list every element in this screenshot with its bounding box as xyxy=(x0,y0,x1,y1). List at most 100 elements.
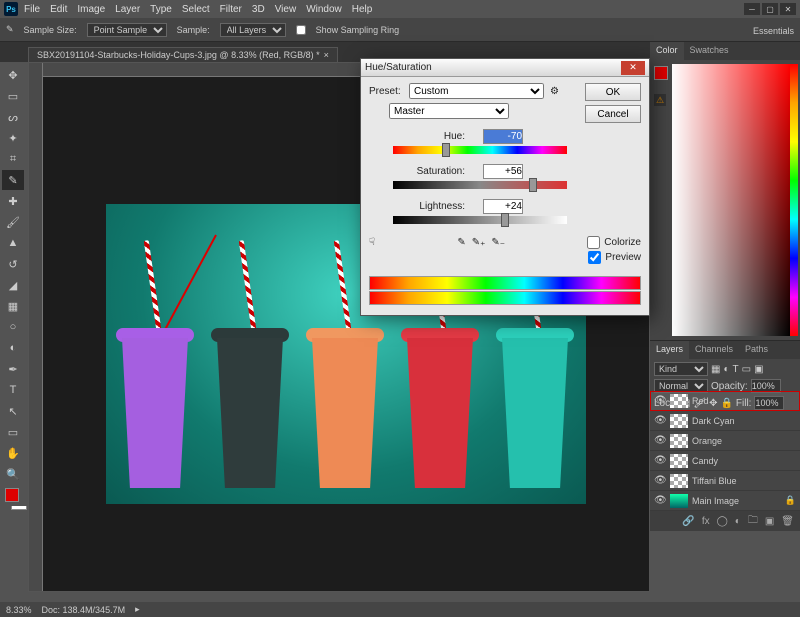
range-select[interactable]: Master xyxy=(389,103,509,119)
gamut-warning-icon[interactable]: ⚠ xyxy=(654,94,666,106)
filter-smart-icon[interactable]: ▣ xyxy=(754,364,763,375)
menu-3d[interactable]: 3D xyxy=(252,4,265,15)
layer-mask-icon[interactable]: ◯ xyxy=(717,516,728,527)
filter-adjust-icon[interactable]: ◐ xyxy=(723,364,729,375)
eyedropper-tool[interactable]: ✎ xyxy=(2,170,24,190)
menu-view[interactable]: View xyxy=(275,4,297,15)
cancel-button[interactable]: Cancel xyxy=(585,105,641,123)
foreground-color-swatch[interactable] xyxy=(654,66,668,80)
hue-input[interactable] xyxy=(483,129,523,144)
tab-paths[interactable]: Paths xyxy=(739,341,774,359)
targeted-adjust-icon[interactable]: ☟ xyxy=(369,237,375,248)
blend-mode-select[interactable]: Normal xyxy=(654,379,708,393)
dialog-title-bar[interactable]: Hue/Saturation ✕ xyxy=(361,59,649,77)
pen-tool[interactable]: ✒ xyxy=(2,359,24,379)
sample-size-select[interactable]: Point Sample xyxy=(87,23,167,37)
layer-thumbnail[interactable] xyxy=(670,454,688,468)
fill-input[interactable] xyxy=(754,396,784,410)
menu-select[interactable]: Select xyxy=(182,4,210,15)
menu-type[interactable]: Type xyxy=(150,4,172,15)
visibility-icon[interactable]: 👁 xyxy=(654,475,666,487)
tab-channels[interactable]: Channels xyxy=(689,341,739,359)
preset-gear-icon[interactable]: ⚙ xyxy=(550,86,559,97)
menu-help[interactable]: Help xyxy=(352,4,373,15)
wand-tool[interactable]: ✦ xyxy=(2,128,24,148)
layer-thumbnail[interactable] xyxy=(670,414,688,428)
close-tab-icon[interactable]: × xyxy=(324,50,329,60)
hand-tool[interactable]: ✋ xyxy=(2,443,24,463)
blur-tool[interactable]: ○ xyxy=(2,317,24,337)
saturation-slider[interactable] xyxy=(393,181,567,189)
eraser-tool[interactable]: ◢ xyxy=(2,275,24,295)
new-layer-icon[interactable]: ▣ xyxy=(765,516,774,527)
color-swatch[interactable] xyxy=(5,488,19,502)
adjustment-layer-icon[interactable]: ◐ xyxy=(735,516,741,527)
dialog-close-button[interactable]: ✕ xyxy=(621,61,645,75)
layer-row[interactable]: 👁 Tiffani Blue xyxy=(650,471,800,491)
history-brush-tool[interactable]: ↺ xyxy=(2,254,24,274)
workspace-switcher[interactable]: Essentials xyxy=(753,26,794,36)
tab-swatches[interactable]: Swatches xyxy=(684,42,735,60)
color-field[interactable] xyxy=(672,64,790,336)
visibility-icon[interactable]: 👁 xyxy=(654,395,666,407)
ok-button[interactable]: OK xyxy=(585,83,641,101)
preset-select[interactable]: Custom xyxy=(409,83,544,99)
lasso-tool[interactable]: ᔕ xyxy=(2,107,24,127)
visibility-icon[interactable]: 👁 xyxy=(654,455,666,467)
saturation-input[interactable] xyxy=(483,164,523,179)
move-tool[interactable]: ✥ xyxy=(2,65,24,85)
layer-thumbnail[interactable] xyxy=(670,394,688,408)
menu-filter[interactable]: Filter xyxy=(220,4,242,15)
gradient-tool[interactable]: ▦ xyxy=(2,296,24,316)
path-tool[interactable]: ↖ xyxy=(2,401,24,421)
tab-layers[interactable]: Layers xyxy=(650,341,689,359)
link-layers-icon[interactable]: 🔗 xyxy=(682,516,694,527)
delete-layer-icon[interactable]: 🗑 xyxy=(781,516,794,527)
menu-layer[interactable]: Layer xyxy=(115,4,140,15)
minimize-button[interactable]: ─ xyxy=(744,3,760,15)
stamp-tool[interactable]: ▲ xyxy=(2,233,24,253)
brush-tool[interactable]: 🖌 xyxy=(2,212,24,232)
visibility-icon[interactable]: 👁 xyxy=(654,415,666,427)
filter-type-icon[interactable]: T xyxy=(733,364,739,375)
hue-slider[interactable] xyxy=(393,146,567,154)
eyedropper-set-icon[interactable]: ✎ xyxy=(457,237,465,248)
menu-file[interactable]: File xyxy=(24,4,40,15)
layer-row[interactable]: 👁 Main Image 🔒 xyxy=(650,491,800,511)
doc-info-arrow-icon[interactable]: ▸ xyxy=(135,604,140,615)
layer-row[interactable]: 👁 Orange xyxy=(650,431,800,451)
layer-row[interactable]: 👁 Dark Cyan xyxy=(650,411,800,431)
menu-image[interactable]: Image xyxy=(77,4,105,15)
eyedropper-add-icon[interactable]: ✎₊ xyxy=(472,237,486,248)
preview-checkbox[interactable] xyxy=(588,251,601,264)
menu-edit[interactable]: Edit xyxy=(50,4,67,15)
filter-pixel-icon[interactable]: ▦ xyxy=(711,364,720,375)
crop-tool[interactable]: ⌗ xyxy=(2,149,24,169)
type-tool[interactable]: T xyxy=(2,380,24,400)
lightness-slider[interactable] xyxy=(393,216,567,224)
shape-tool[interactable]: ▭ xyxy=(2,422,24,442)
marquee-tool[interactable]: ▭ xyxy=(2,86,24,106)
menu-window[interactable]: Window xyxy=(306,4,342,15)
visibility-icon[interactable]: 👁 xyxy=(654,435,666,447)
tab-color[interactable]: Color xyxy=(650,42,684,60)
lightness-input[interactable] xyxy=(483,199,523,214)
layer-group-icon[interactable]: 🗀 xyxy=(748,513,758,530)
opacity-input[interactable] xyxy=(751,379,781,393)
zoom-level[interactable]: 8.33% xyxy=(6,605,32,615)
lock-pos-icon[interactable]: ✥ xyxy=(709,398,717,409)
close-window-button[interactable]: ✕ xyxy=(780,3,796,15)
eyedropper-sub-icon[interactable]: ✎₋ xyxy=(491,237,505,248)
heal-tool[interactable]: ✚ xyxy=(2,191,24,211)
layer-thumbnail[interactable] xyxy=(670,474,688,488)
sample-select[interactable]: All Layers xyxy=(220,23,286,37)
filter-shape-icon[interactable]: ▭ xyxy=(742,364,751,375)
dodge-tool[interactable]: ◐ xyxy=(2,338,24,358)
document-tab[interactable]: SBX20191104-Starbucks-Holiday-Cups-3.jpg… xyxy=(28,47,338,62)
visibility-icon[interactable]: 👁 xyxy=(654,495,666,507)
show-ring-checkbox[interactable] xyxy=(296,25,306,35)
layer-kind-select[interactable]: Kind xyxy=(654,362,708,376)
layer-style-icon[interactable]: fx xyxy=(702,516,710,527)
layer-row[interactable]: 👁 Candy xyxy=(650,451,800,471)
layer-thumbnail[interactable] xyxy=(670,494,688,508)
